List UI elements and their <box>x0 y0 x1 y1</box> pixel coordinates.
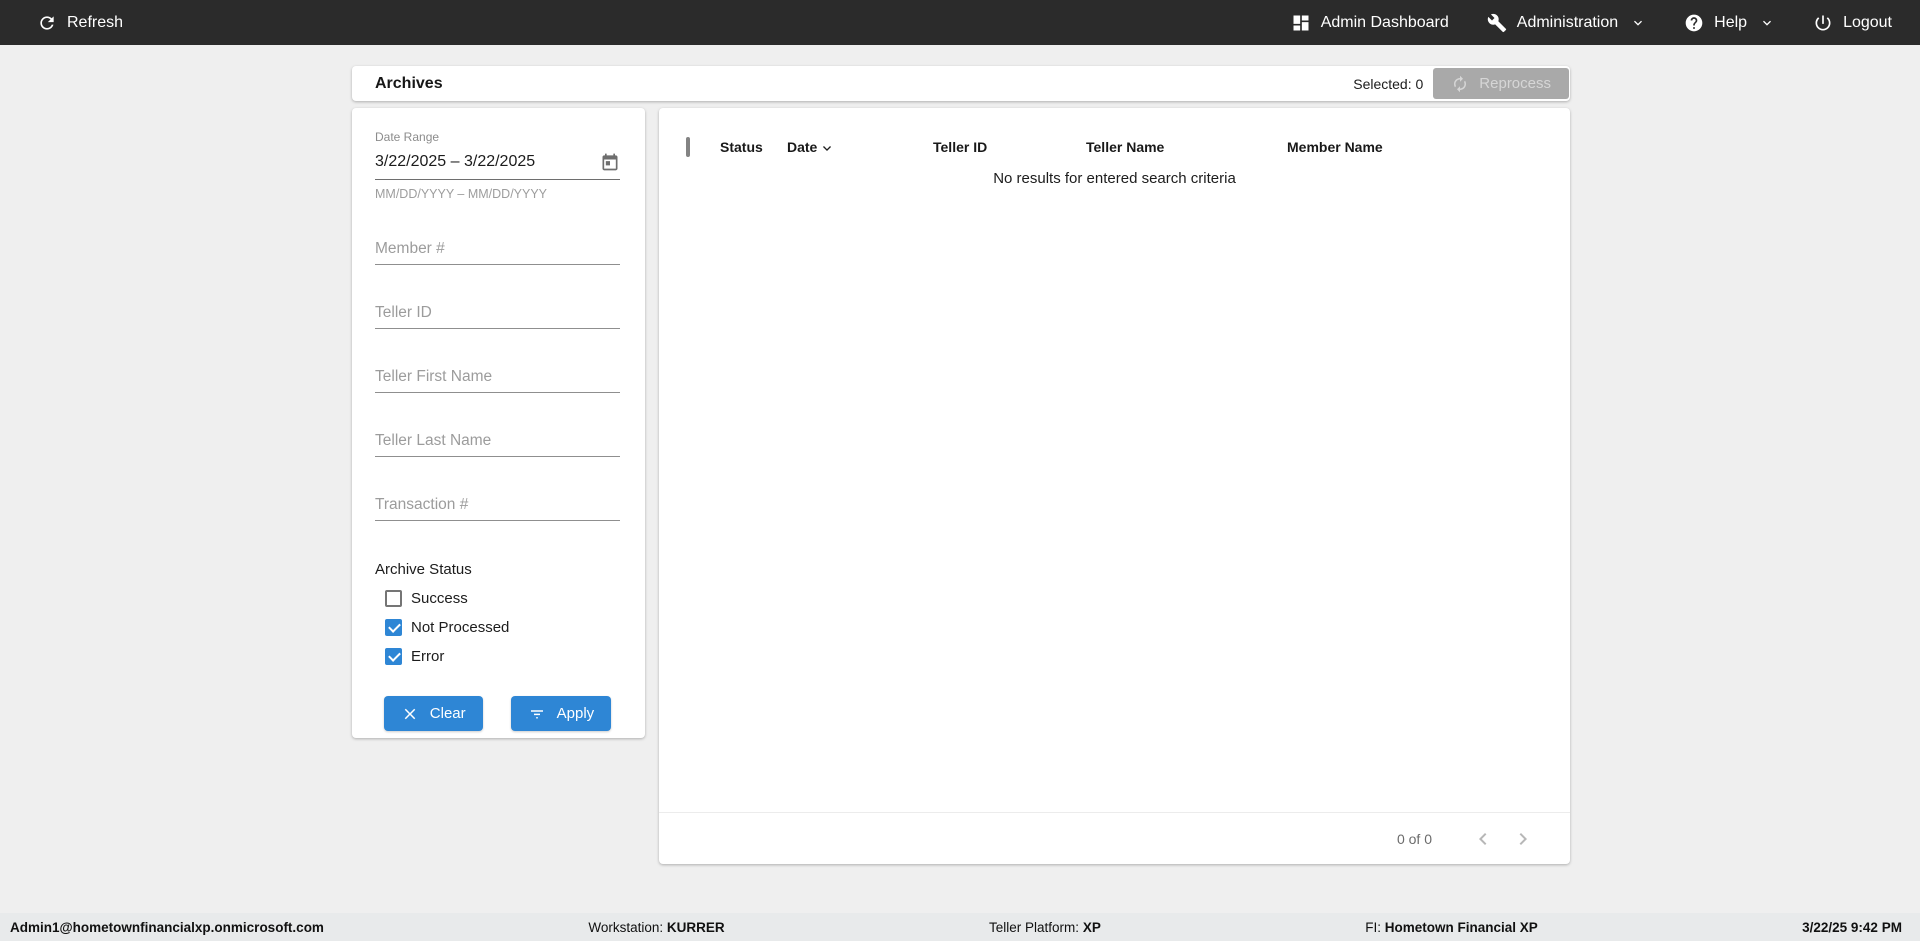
dashboard-icon <box>1291 13 1311 33</box>
apply-button[interactable]: Apply <box>510 696 612 731</box>
column-header-date[interactable]: Date <box>787 138 933 157</box>
date-range-value[interactable]: 3/22/2025 – 3/22/2025 <box>375 153 535 171</box>
select-all-checkbox[interactable] <box>686 137 690 157</box>
filter-panel: Date Range 3/22/2025 – 3/22/2025 MM/DD/Y… <box>352 108 645 738</box>
filter-buttons: Clear Apply <box>375 696 620 731</box>
help-menu-item[interactable]: Help <box>1684 13 1775 33</box>
apply-button-label: Apply <box>556 705 595 722</box>
archives-table: Status Date Teller ID Teller Name Member… <box>659 108 1570 864</box>
admin-dashboard-menu-item[interactable]: Admin Dashboard <box>1291 13 1449 33</box>
error-checkbox-label: Error <box>411 648 445 665</box>
administration-menu-item[interactable]: Administration <box>1487 13 1646 33</box>
date-range-label: Date Range <box>375 130 440 144</box>
chevron-down-icon <box>1630 15 1646 31</box>
success-checkbox-label: Success <box>411 590 468 607</box>
previous-page-button[interactable] <box>1471 827 1495 851</box>
teller-first-name-input[interactable] <box>375 368 620 393</box>
table-header-row: Status Date Teller ID Teller Name Member… <box>659 132 1570 162</box>
administration-label: Administration <box>1516 13 1619 31</box>
checkbox-row-success[interactable]: Success <box>385 590 620 607</box>
next-page-button[interactable] <box>1511 827 1535 851</box>
refresh-label: Refresh <box>67 13 124 31</box>
admin-dashboard-label: Admin Dashboard <box>1320 13 1449 31</box>
filter-icon <box>530 709 543 718</box>
paginator-range-label: 0 of 0 <box>1396 830 1432 847</box>
wrench-icon <box>1487 13 1507 33</box>
sort-desc-icon <box>819 141 835 157</box>
checkbox-row-not-processed[interactable]: Not Processed <box>385 619 620 636</box>
clear-button-label: Clear <box>429 705 466 722</box>
logout-label: Logout <box>1843 13 1892 31</box>
refresh-button[interactable]: Refresh <box>37 13 123 33</box>
calendar-icon[interactable] <box>600 152 620 172</box>
member-number-input[interactable] <box>375 240 620 265</box>
date-format-hint: MM/DD/YYYY – MM/DD/YYYY <box>375 187 548 201</box>
top-menu-bar: Refresh Admin Dashboard Administration H… <box>0 0 1920 45</box>
logout-menu-item[interactable]: Logout <box>1813 13 1892 33</box>
column-header-member-name[interactable]: Member Name <box>1287 139 1570 155</box>
datetime-label: 3/22/25 9:42 PM <box>1802 919 1902 935</box>
teller-last-name-input[interactable] <box>375 432 620 457</box>
column-header-status[interactable]: Status <box>720 139 787 155</box>
toolbar-actions: Selected: 0 Reprocess <box>1353 66 1570 101</box>
transaction-number-input[interactable] <box>375 496 620 521</box>
help-icon <box>1684 13 1704 33</box>
header-checkbox-cell <box>659 137 720 157</box>
help-label: Help <box>1714 13 1748 31</box>
error-checkbox[interactable] <box>385 648 402 665</box>
date-range-field[interactable]: 3/22/2025 – 3/22/2025 <box>375 152 620 180</box>
not-processed-checkbox-label: Not Processed <box>411 619 510 636</box>
workstation-info: Workstation: KURRER <box>588 919 725 935</box>
teller-platform-info: Teller Platform: XP <box>989 919 1101 935</box>
paginator: 0 of 0 <box>659 812 1570 864</box>
success-checkbox[interactable] <box>385 590 402 607</box>
chevron-down-icon <box>1759 15 1775 31</box>
power-icon <box>1813 13 1833 33</box>
page-title: Archives <box>375 74 443 92</box>
selected-count-label: Selected: 0 <box>1353 75 1424 92</box>
status-bar: Admin1@hometownfinancialxp.onmicrosoft.c… <box>0 913 1920 941</box>
column-header-date-label: Date <box>787 139 818 155</box>
not-processed-checkbox[interactable] <box>385 619 402 636</box>
sync-icon <box>1454 75 1467 92</box>
column-header-teller-id[interactable]: Teller ID <box>933 139 1086 155</box>
teller-id-input[interactable] <box>375 304 620 329</box>
column-header-teller-name[interactable]: Teller Name <box>1086 139 1287 155</box>
reprocess-button[interactable]: Reprocess <box>1433 68 1569 99</box>
logged-in-user: Admin1@hometownfinancialxp.onmicrosoft.c… <box>10 919 324 935</box>
empty-results-message: No results for entered search criteria <box>993 170 1236 187</box>
refresh-icon <box>37 13 57 33</box>
topbar-right-menu: Admin Dashboard Administration Help Logo… <box>1291 13 1892 33</box>
financial-institution-info: FI: Hometown Financial XP <box>1365 919 1538 935</box>
archive-status-label: Archive Status <box>375 561 472 578</box>
close-icon <box>404 708 416 719</box>
clear-button[interactable]: Clear <box>383 696 483 731</box>
checkbox-row-error[interactable]: Error <box>385 648 620 665</box>
reprocess-label: Reprocess <box>1479 75 1551 92</box>
archives-toolbar: Archives Selected: 0 Reprocess <box>352 66 1570 101</box>
